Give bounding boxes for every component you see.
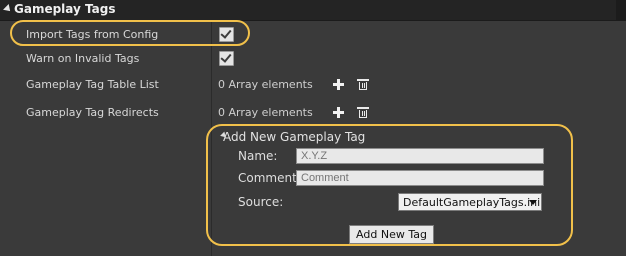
array-count: 0 Array elements [218,106,313,119]
setting-label-tag-redirects: Gameplay Tag Redirects [26,106,159,119]
array-count: 0 Array elements [218,78,313,91]
expand-triangle-icon[interactable] [3,4,13,14]
setting-row-warn-invalid: Warn on Invalid Tags [0,46,626,70]
highlight-ring-add-tag-panel [206,124,573,246]
scrollbar-track[interactable] [616,0,626,20]
add-element-plus-icon[interactable] [333,107,344,118]
setting-row-tag-table-list: Gameplay Tag Table List 0 Array elements [0,72,626,96]
setting-label-warn-invalid: Warn on Invalid Tags [26,52,140,65]
setting-label-tag-table-list: Gameplay Tag Table List [26,78,159,91]
warn-invalid-checkbox[interactable] [219,51,234,66]
setting-row-tag-redirects: Gameplay Tag Redirects 0 Array elements [0,100,626,124]
delete-all-trash-icon[interactable] [357,79,369,90]
section-header-gameplay-tags[interactable]: Gameplay Tags [0,0,626,21]
section-title: Gameplay Tags [14,2,116,16]
delete-all-trash-icon[interactable] [357,107,369,118]
checkmark-icon [220,51,232,63]
add-element-plus-icon[interactable] [333,79,344,90]
highlight-ring-import-tags [10,20,250,46]
